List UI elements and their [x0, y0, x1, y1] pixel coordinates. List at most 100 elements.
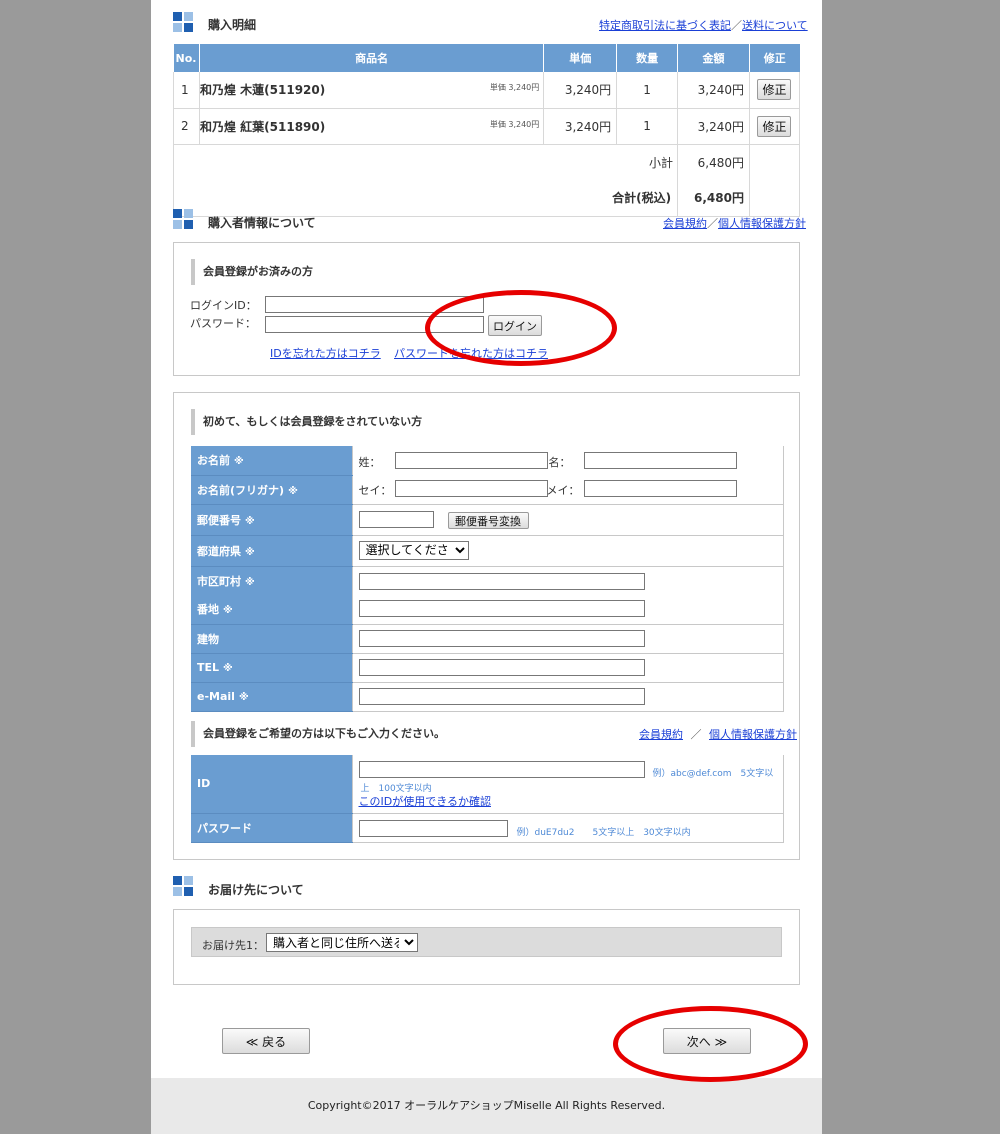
item-name: 和乃煌 紅葉(511890) — [199, 119, 326, 134]
kana-header: お名前(フリガナ) ※ — [191, 475, 352, 505]
register-privacy-link[interactable]: 個人情報保護方針 — [709, 728, 797, 741]
form-row: ID 例）abc@def.com 5文字以 上 100文字以内 このIDが使用で… — [191, 755, 784, 814]
form-row: 郵便番号 ※ 郵便番号変換 — [191, 504, 784, 536]
section-icon — [173, 209, 193, 229]
tel-label: TEL — [197, 661, 220, 674]
street-header: 番地 ※ — [191, 595, 352, 625]
id-hint: 例）abc@def.com 5文字以 — [652, 769, 774, 779]
section-icon — [173, 12, 193, 32]
building-input[interactable] — [358, 629, 645, 647]
email-label: e-Mail — [197, 690, 235, 703]
first-name-label: 名： — [548, 456, 571, 469]
tel-cell — [351, 653, 784, 683]
id-availability-link[interactable]: このIDが使用できるか確認 — [359, 793, 492, 809]
tel-header: TEL ※ — [191, 653, 352, 683]
col-no: No. — [173, 44, 200, 72]
member-login-box: 会員登録がお済みの方 ログインID： パスワード： ログイン IDを忘れた方はコ… — [173, 242, 800, 376]
register-password-input[interactable] — [358, 819, 508, 837]
street-input[interactable] — [358, 600, 645, 617]
building-label: 建物 — [197, 632, 219, 646]
next-button[interactable]: 次へ ≫ — [663, 1028, 751, 1054]
prefecture-select[interactable]: 選択してください — [358, 540, 469, 560]
login-id-input[interactable] — [265, 296, 484, 313]
register-password-label: パスワード — [197, 821, 252, 835]
shipping-link[interactable]: 送料について — [742, 19, 808, 32]
form-row: e-Mail ※ — [191, 682, 784, 712]
first-kana-input[interactable] — [583, 480, 737, 497]
register-id-label: ID — [197, 777, 211, 791]
name-label: お名前 — [197, 454, 230, 468]
item-name: 和乃煌 木蓮(511920) — [199, 83, 326, 98]
login-password-input[interactable] — [265, 316, 484, 333]
purchase-links: 特定商取引法に基づく表記／送料について — [599, 17, 808, 33]
tokushoho-link[interactable]: 特定商取引法に基づく表記 — [599, 19, 731, 32]
zip-cell: 郵便番号変換 — [351, 504, 784, 536]
col-amount: 金額 — [677, 44, 750, 72]
city-label: 市区町村 — [197, 574, 241, 588]
item-unit-note: 単価 3,240円 — [489, 83, 540, 92]
guest-form-table: お名前 ※ 姓： 名： お名前(フリガナ) ※ セイ： メイ： 郵便番号 ※ 郵… — [191, 446, 784, 712]
privacy-policy-link[interactable]: 個人情報保護方針 — [718, 217, 806, 230]
building-header: 建物 — [191, 624, 352, 654]
page: 購入明細 特定商取引法に基づく表記／送料について No. 商品名 単価 数量 金… — [151, 0, 822, 1134]
zip-header: 郵便番号 ※ — [191, 504, 352, 536]
required-mark: ※ — [245, 576, 255, 588]
city-input[interactable] — [358, 572, 645, 590]
forgot-password-link[interactable]: パスワードを忘れた方はコチラ — [394, 345, 548, 361]
pref-header: 都道府県 ※ — [191, 535, 352, 567]
edit-button[interactable]: 修正 — [757, 79, 792, 101]
password-hint: 例）duE7du2 5文字以上 30文字以内 — [516, 827, 691, 838]
item-unit: 3,240円 — [543, 108, 618, 145]
zip-input[interactable] — [358, 510, 434, 528]
login-button[interactable]: ログイン — [488, 315, 542, 336]
item-edit-cell: 修正 — [749, 108, 801, 145]
purchase-title: 購入明細 — [208, 18, 257, 32]
required-mark: ※ — [223, 663, 233, 674]
section-icon — [173, 876, 193, 896]
tel-input[interactable] — [358, 658, 645, 676]
item-amount: 3,240円 — [677, 108, 750, 145]
form-row: お名前(フリガナ) ※ セイ： メイ： — [191, 475, 784, 505]
last-kana-input[interactable] — [394, 480, 548, 497]
subtotal-value: 6,480円 — [677, 144, 750, 180]
total-label: 合計(税込) — [172, 180, 679, 217]
back-button[interactable]: ≪ 戻る — [222, 1028, 310, 1054]
register-links: 会員規約 ／ 個人情報保護方針 — [639, 726, 797, 742]
forgot-id-link[interactable]: IDを忘れた方はコチラ — [270, 345, 381, 361]
register-terms-link[interactable]: 会員規約 — [639, 728, 683, 741]
delivery-row: お届け先1： 購入者と同じ住所へ送る — [191, 927, 782, 957]
member-terms-link[interactable]: 会員規約 — [663, 217, 707, 230]
item-unit: 3,240円 — [543, 72, 618, 109]
item-qty: 1 — [616, 72, 679, 109]
first-kana-label: メイ： — [546, 484, 580, 497]
delivery-label: お届け先1： — [202, 939, 264, 952]
form-row: 番地 ※ — [191, 595, 784, 625]
required-mark: ※ — [245, 515, 255, 527]
last-name-input[interactable] — [394, 452, 548, 469]
link-separator: ／ — [690, 728, 702, 741]
pref-cell: 選択してください — [351, 535, 784, 567]
email-cell — [351, 682, 784, 712]
register-id-header: ID — [191, 755, 352, 814]
street-cell — [351, 595, 784, 625]
street-label: 番地 — [197, 603, 219, 617]
col-unit: 単価 — [543, 44, 618, 72]
zip-label: 郵便番号 — [197, 513, 241, 527]
item-amount: 3,240円 — [677, 72, 750, 109]
form-row: 市区町村 ※ — [191, 566, 784, 595]
buyer-links: 会員規約／個人情報保護方針 — [663, 215, 806, 231]
required-mark: ※ — [238, 692, 249, 703]
register-id-input[interactable] — [358, 761, 645, 778]
edit-button[interactable]: 修正 — [757, 115, 792, 137]
link-separator: ／ — [707, 217, 718, 230]
email-input[interactable] — [358, 687, 645, 705]
city-cell — [351, 566, 784, 595]
city-header: 市区町村 ※ — [191, 566, 352, 595]
zip-convert-button[interactable]: 郵便番号変換 — [447, 511, 529, 529]
building-cell — [351, 624, 784, 654]
first-name-input[interactable] — [583, 452, 737, 469]
name-cell: 姓： 名： — [351, 446, 784, 475]
delivery-select[interactable]: 購入者と同じ住所へ送る — [266, 933, 418, 952]
col-name: 商品名 — [199, 44, 545, 72]
login-id-label: ログインID： — [190, 299, 257, 312]
